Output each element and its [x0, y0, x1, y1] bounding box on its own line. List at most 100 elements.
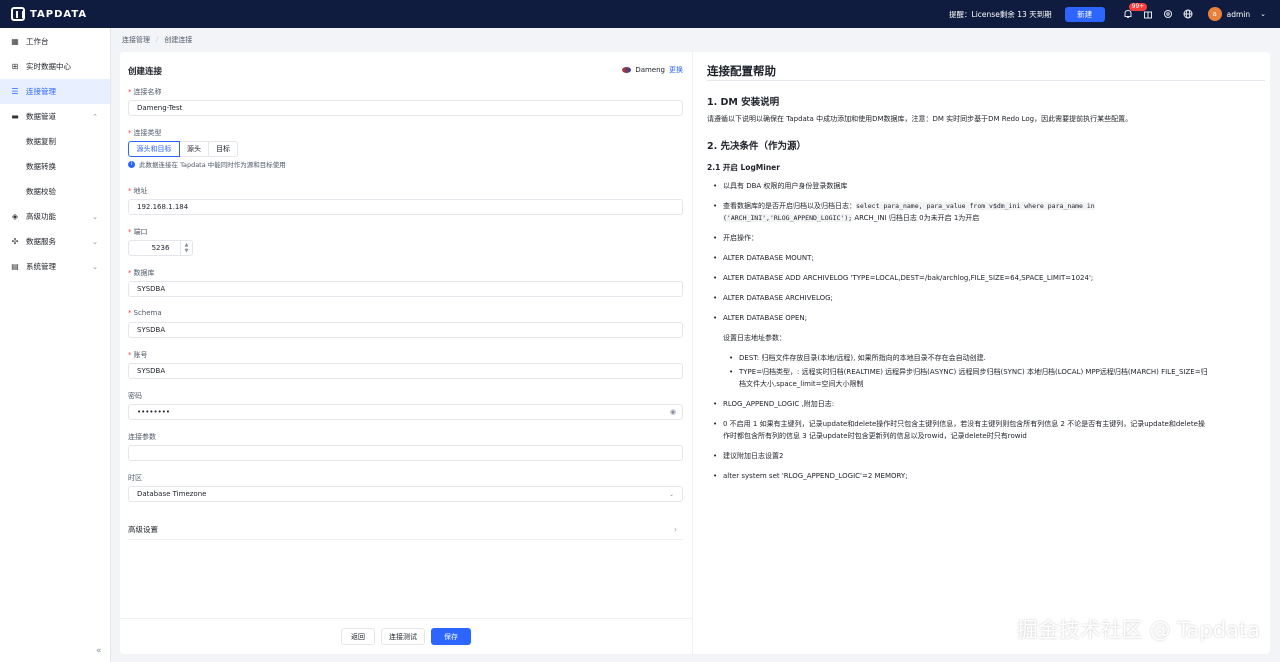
save-button[interactable]: 保存	[431, 628, 471, 645]
system-icon: ▤	[11, 262, 19, 271]
sidebar-item-label: 数据校验	[26, 187, 56, 196]
watermark: 掘金技术社区 @ Tapdata	[1016, 618, 1260, 642]
sidebar-item-label: 高级功能	[26, 212, 56, 221]
chevron-down-icon: ⌄	[92, 262, 98, 271]
help-panel: 连接配置帮助 1. DM 安装说明 请遵循以下说明以确保在 Tapdata 中成…	[707, 52, 1267, 654]
sidebar-item-workbench[interactable]: ▦ 工作台	[0, 29, 110, 54]
sidebar-item-connections[interactable]: ☰ 连接管理	[0, 79, 110, 104]
port-stepper[interactable]: 5236 ▲ ▼	[128, 240, 193, 256]
sidebar-item-label: 工作台	[26, 37, 49, 46]
connection-type-selector: 源头和目标 源头 目标	[128, 141, 238, 157]
port-value: 5236	[151, 244, 170, 252]
help-intro-text: 请遵循以下说明以确保在 Tapdata 中成功添加和使用DM数据库，注意：DM …	[707, 115, 1133, 123]
sidebar-item-data-center[interactable]: ⊞ 实时数据中心	[0, 54, 110, 79]
test-connection-button[interactable]: 连接测试	[381, 628, 425, 645]
service-icon: ✣	[11, 237, 19, 246]
password-value: ••••••••	[137, 408, 171, 416]
back-button[interactable]: 返回	[341, 628, 375, 645]
collapse-sidebar-icon[interactable]: «	[96, 646, 102, 656]
type-option-source[interactable]: 源头	[179, 141, 209, 157]
change-db-link[interactable]: 更换	[669, 65, 683, 75]
sidebar: ▦ 工作台 ⊞ 实时数据中心 ☰ 连接管理 ▬ 数据管道 ⌃ 数据复制 数据转换…	[0, 28, 111, 662]
divider	[707, 80, 1265, 81]
chevron-down-icon: ⌄	[92, 237, 98, 246]
type-hint: i 此数据连接在 Tapdata 中能同时作为源和目标使用	[128, 159, 286, 169]
help-params-title: 设置日志地址参数：	[723, 334, 786, 342]
connection-icon: ☰	[11, 87, 19, 96]
license-notice: 提醒：License剩余 13 天到期	[949, 9, 1052, 19]
timezone-select[interactable]: Database Timezone ⌄	[128, 486, 683, 502]
show-password-eye-icon[interactable]: ◉	[670, 408, 676, 416]
chevron-down-icon: ⌄	[668, 490, 674, 498]
chevron-up-icon: ⌃	[92, 112, 98, 121]
host-input[interactable]: 192.168.1.184	[128, 199, 683, 215]
language-globe-icon[interactable]	[1178, 0, 1198, 28]
dameng-logo-icon	[622, 67, 632, 73]
password-label: 密码	[128, 392, 142, 400]
user-input[interactable]: SYSDBA	[128, 363, 683, 379]
help-subsection-logminer: 2.1 开启 LogMiner	[707, 163, 780, 172]
form-footer: 返回 连接测试 保存	[120, 618, 692, 654]
sql-code: ('ARCH_INI','RLOG_APPEND_LOGIC');	[723, 214, 853, 222]
type-option-source-target[interactable]: 源头和目标	[128, 141, 180, 157]
sidebar-item-pipeline[interactable]: ▬ 数据管道 ⌃	[0, 104, 110, 129]
help-title: 连接配置帮助	[707, 64, 776, 78]
logo-text: TAPDATA	[30, 8, 88, 20]
type-option-target[interactable]: 目标	[208, 141, 238, 157]
user-menu-chevron-icon[interactable]: ⌄	[1260, 10, 1266, 18]
user-name[interactable]: admin	[1227, 10, 1251, 19]
new-button[interactable]: 新建	[1064, 6, 1105, 22]
port-label: * 端口	[128, 228, 148, 236]
advanced-settings-toggle[interactable]: 高级设置 ›	[128, 520, 683, 540]
sidebar-item-label: 数据管道	[26, 112, 56, 121]
form-title: 创建连接	[128, 67, 163, 77]
pipeline-icon: ▬	[11, 112, 19, 121]
help-bullet: 以具有 DBA 权限的用户身份登录数据库	[713, 180, 847, 192]
gift-icon[interactable]	[1138, 0, 1158, 28]
sidebar-item-advanced[interactable]: ◈ 高级功能 ⌄	[0, 204, 110, 229]
sidebar-item-data-service[interactable]: ✣ 数据服务 ⌄	[0, 229, 110, 254]
help-bullet: ALTER DATABASE ADD ARCHIVELOG 'TYPE=LOCA…	[713, 272, 1093, 284]
sidebar-item-validation[interactable]: 数据校验	[0, 179, 110, 204]
avatar[interactable]: a	[1207, 7, 1222, 21]
settings-gear-icon[interactable]	[1158, 0, 1178, 28]
tapdata-logo[interactable]: TAPDATA	[11, 7, 87, 21]
sidebar-item-label: 实时数据中心	[26, 62, 71, 71]
advanced-icon: ◈	[11, 212, 19, 221]
stepper-arrows-icon[interactable]: ▲ ▼	[180, 241, 192, 255]
help-bullet: 开启操作：	[713, 232, 758, 244]
timezone-value: Database Timezone	[137, 490, 207, 498]
help-bullet: ALTER DATABASE MOUNT;	[713, 252, 814, 264]
password-input[interactable]: •••••••• ◉	[128, 404, 683, 420]
sql-code: select para_name, para_value from v$dm_i…	[856, 202, 1095, 210]
db-type-indicator: Dameng 更换	[622, 65, 683, 75]
sidebar-item-system[interactable]: ▤ 系统管理 ⌄	[0, 254, 110, 279]
breadcrumb-separator: /	[156, 35, 159, 43]
timezone-label: 时区	[128, 474, 142, 482]
host-label: * 地址	[128, 187, 148, 195]
help-bullet: ALTER DATABASE ARCHIVELOG;	[713, 292, 833, 304]
params-input[interactable]	[128, 445, 683, 461]
sidebar-item-label: 数据服务	[26, 237, 56, 246]
schema-input[interactable]: SYSDBA	[128, 322, 683, 338]
chevron-down-icon: ⌄	[92, 212, 98, 221]
connection-name-input[interactable]: Dameng-Test	[128, 100, 683, 116]
name-label: * 连接名称	[128, 88, 162, 96]
help-bullet: RLOG_APPEND_LOGIC ,附加日志:	[713, 398, 834, 410]
db-type-name: Dameng	[635, 66, 665, 74]
schema-label: * Schema	[128, 309, 162, 317]
help-bullet: 查看数据库的是否开启归档以及归档日志：select para_name, par…	[713, 200, 1253, 224]
breadcrumb: 连接管理 / 创建连接	[122, 35, 192, 45]
breadcrumb-connections[interactable]: 连接管理	[122, 35, 150, 45]
main-card: 创建连接 Dameng 更换 * 连接名称 Dameng-Test * 连接类型 源…	[120, 52, 1270, 654]
database-input[interactable]: SYSDBA	[128, 281, 683, 297]
help-sub-bullet: DEST: 归档文件存放目录(本地/远程), 如果所指向的本地目录不存在会自动创…	[729, 352, 986, 364]
breadcrumb-create: 创建连接	[164, 36, 193, 44]
sidebar-item-replication[interactable]: 数据复制	[0, 129, 110, 154]
advanced-settings-label: 高级设置	[128, 525, 158, 534]
help-section-prereq: 2. 先决条件（作为源）	[707, 141, 807, 152]
sidebar-item-transformation[interactable]: 数据转换	[0, 154, 110, 179]
data-center-icon: ⊞	[11, 62, 19, 71]
connection-form: 创建连接 Dameng 更换 * 连接名称 Dameng-Test * 连接类型 源…	[120, 52, 693, 654]
bell-icon[interactable]: 99+	[1118, 0, 1148, 28]
